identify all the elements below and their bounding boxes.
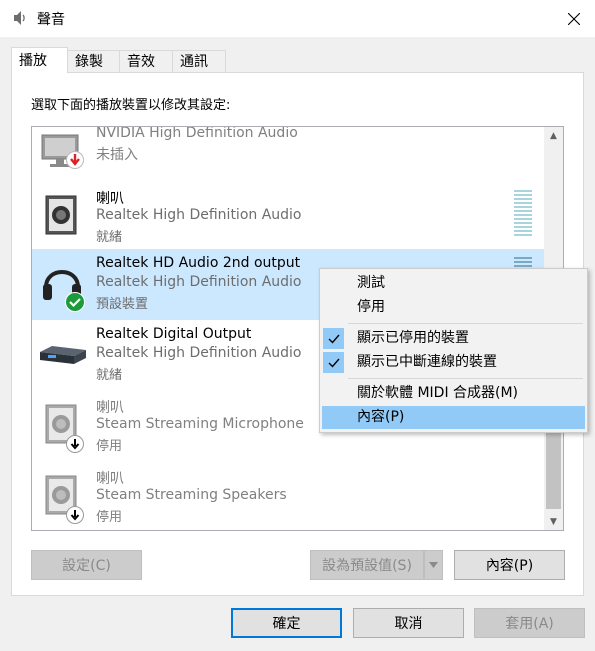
device-status: 未插入 (96, 147, 138, 163)
scroll-up-button[interactable]: ▲ (544, 127, 563, 144)
chevron-up-icon: ▲ (550, 130, 557, 141)
speaker-icon (38, 190, 88, 240)
title-bar: 聲音 (0, 0, 595, 37)
device-name: 喇叭 (96, 400, 124, 416)
device-status: 停用 (96, 439, 123, 454)
device-status: 預設裝置 (96, 297, 149, 312)
menu-item-show-disabled[interactable]: 顯示已停用的裝置 (322, 327, 585, 350)
device-name: 喇叭 (96, 191, 124, 207)
ok-button[interactable]: 確定 (231, 608, 342, 638)
device-name: Realtek Digital Output (96, 326, 252, 342)
tab-sounds[interactable]: 音效 (119, 50, 173, 72)
disabled-badge-icon (66, 506, 84, 524)
speaker-icon (11, 9, 29, 27)
cancel-button[interactable]: 取消 (353, 608, 464, 638)
digital-receiver-icon (38, 328, 88, 378)
apply-button[interactable]: 套用(A) (474, 608, 585, 638)
device-description: Realtek High Definition Audio (96, 207, 302, 223)
properties-button[interactable]: 內容(P) (454, 550, 565, 580)
device-name: Realtek HD Audio 2nd output (96, 255, 301, 271)
device-name: 喇叭 (96, 471, 124, 487)
menu-separator (348, 378, 583, 379)
set-default-button[interactable]: 設為預設值(S) (310, 550, 424, 580)
checkmark-icon (323, 328, 344, 349)
configure-button[interactable]: 設定(C) (31, 550, 142, 580)
menu-item-show-disconnected[interactable]: 顯示已中斷連線的裝置 (322, 351, 585, 374)
chevron-down-icon: ▼ (550, 516, 557, 527)
unplugged-badge-icon (66, 151, 84, 169)
device-description: Steam Streaming Speakers (96, 487, 287, 503)
device-description: Steam Streaming Microphone (96, 416, 304, 432)
device-status: 停用 (96, 510, 123, 525)
menu-item-properties[interactable]: 內容(P) (322, 406, 585, 429)
tab-recording[interactable]: 錄製 (67, 50, 120, 72)
close-icon (567, 12, 580, 25)
scroll-down-button[interactable]: ▼ (544, 513, 563, 530)
menu-item-disable[interactable]: 停用 (322, 296, 585, 319)
device-item-steam-speakers[interactable]: 喇叭 Steam Streaming Speakers 停用 (32, 462, 544, 530)
menu-separator (348, 323, 583, 324)
close-button[interactable] (552, 0, 595, 37)
device-status: 就緒 (96, 368, 123, 383)
volume-level-meter (514, 190, 532, 238)
default-check-badge-icon (65, 292, 85, 312)
instruction-text: 選取下面的播放裝置以修改其設定: (31, 98, 231, 113)
tab-communications[interactable]: 通訊 (172, 50, 226, 72)
menu-item-about-midi[interactable]: 關於軟體 MIDI 合成器(M) (322, 382, 585, 405)
set-default-dropdown-button[interactable] (424, 550, 443, 580)
device-item-speakers-realtek[interactable]: 喇叭 Realtek High Definition Audio 就緒 (32, 182, 544, 253)
device-description: Realtek High Definition Audio (96, 345, 302, 361)
context-menu: 測試 停用 顯示已停用的裝置 顯示已中斷連線的裝置 關於軟體 MIDI 合成器(… (319, 268, 588, 433)
device-name: NVIDIA High Definition Audio (96, 126, 298, 141)
menu-item-test[interactable]: 測試 (322, 272, 585, 295)
chevron-down-icon (429, 562, 438, 568)
device-status: 就緒 (96, 230, 123, 245)
tab-playback[interactable]: 播放 (11, 47, 68, 73)
window-title: 聲音 (37, 12, 65, 28)
checkmark-icon (323, 352, 344, 373)
device-description: Realtek High Definition Audio (96, 274, 302, 290)
disabled-badge-icon (66, 435, 84, 453)
device-item-nvidia[interactable]: NVIDIA High Definition Audio 未插入 (32, 126, 544, 190)
scroll-thumb[interactable] (546, 429, 561, 509)
